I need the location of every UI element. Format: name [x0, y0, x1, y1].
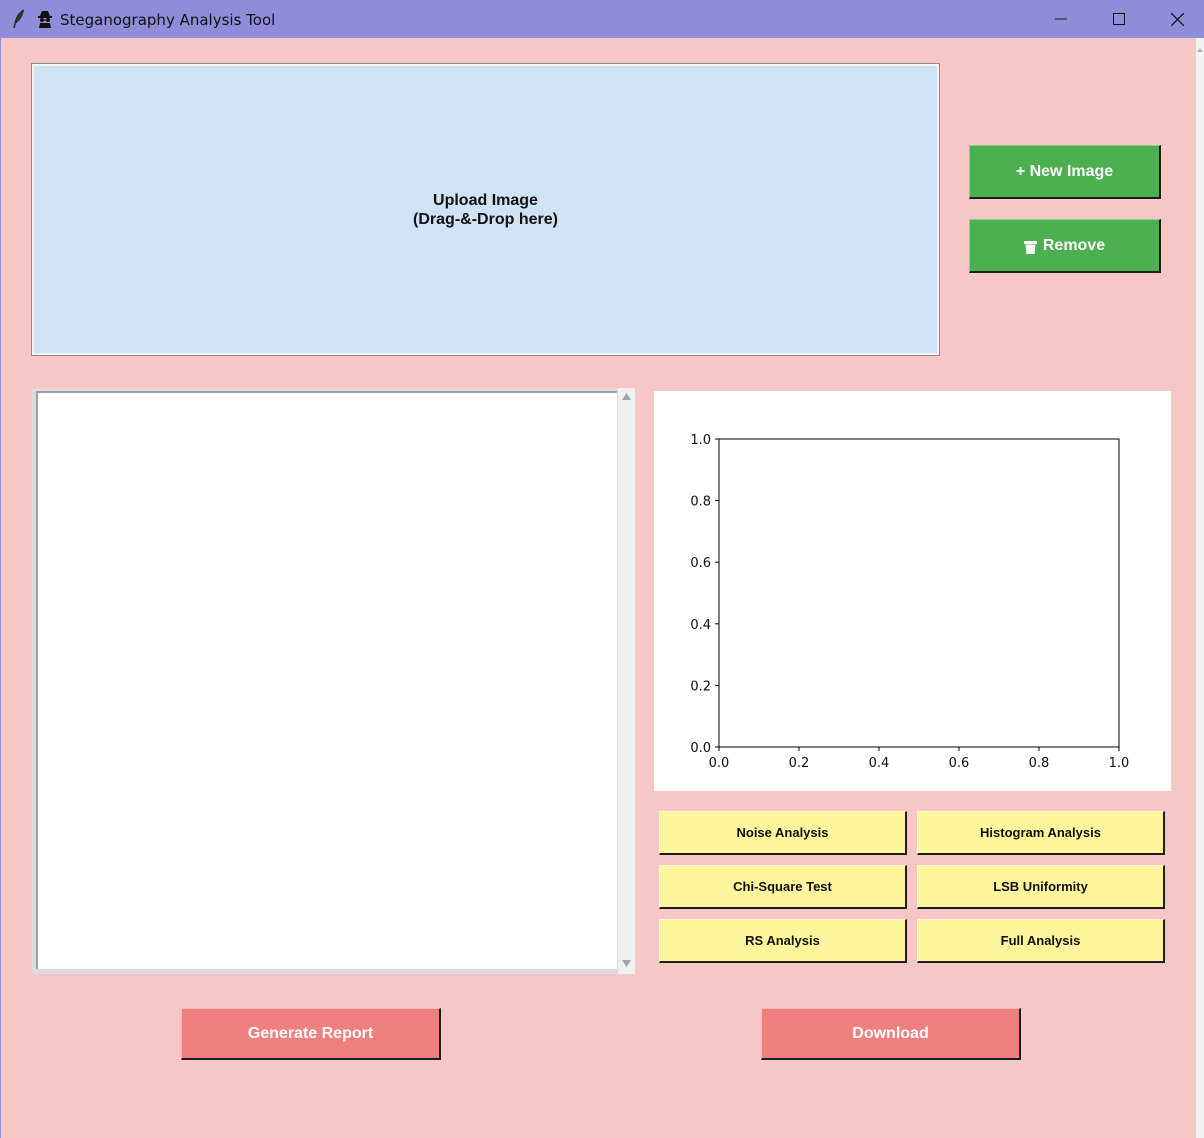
plot-area	[718, 438, 1120, 748]
full-analysis-label: Full Analysis	[1000, 933, 1081, 948]
y-tick-label: 1.0	[690, 433, 711, 448]
results-textarea[interactable]	[36, 391, 617, 969]
x-tick-label: 0.6	[949, 756, 970, 771]
results-scrollbar[interactable]	[618, 388, 635, 974]
close-icon	[1170, 12, 1184, 26]
rs-analysis-label: RS Analysis	[745, 933, 820, 948]
rs-analysis-button[interactable]: RS Analysis	[659, 919, 907, 963]
chi-square-test-label: Chi-Square Test	[733, 879, 832, 894]
chi-square-test-button[interactable]: Chi-Square Test	[659, 865, 907, 909]
new-image-label: + New Image	[1015, 162, 1114, 180]
full-analysis-button[interactable]: Full Analysis	[917, 919, 1165, 963]
maximize-button[interactable]	[1090, 0, 1148, 38]
generate-report-button[interactable]: Generate Report	[181, 1008, 441, 1060]
title-bar: Steganography Analysis Tool	[0, 0, 1204, 38]
x-tick-label: 1.0	[1109, 756, 1130, 771]
download-label: Download	[852, 1024, 929, 1042]
scroll-up-icon	[1197, 48, 1203, 52]
feather-icon	[13, 9, 25, 29]
results-panel	[32, 388, 635, 974]
minimize-icon	[1055, 18, 1067, 20]
maximize-icon	[1113, 13, 1125, 25]
plot-panel: 0.0 0.2 0.4 0.6 0.8 1.0 0.0 0.2 0.4 0.6 0.8 1.0	[654, 391, 1171, 791]
spy-icon	[38, 11, 52, 28]
histogram-analysis-button[interactable]: Histogram Analysis	[917, 811, 1165, 855]
new-image-button[interactable]: + New Image	[969, 145, 1161, 199]
scroll-up-icon[interactable]	[622, 393, 631, 400]
minimize-button[interactable]	[1032, 0, 1090, 38]
y-tick-label: 0.4	[690, 618, 711, 633]
noise-analysis-button[interactable]: Noise Analysis	[659, 811, 907, 855]
window-border	[0, 38, 1, 1138]
window-title: Steganography Analysis Tool	[60, 11, 276, 29]
y-tick-label: 0.8	[690, 495, 711, 510]
histogram-analysis-label: Histogram Analysis	[980, 825, 1101, 840]
lsb-uniformity-button[interactable]: LSB Uniformity	[917, 865, 1165, 909]
drop-zone-hint: (Drag-&-Drop here)	[413, 210, 558, 228]
remove-button[interactable]: Remove	[969, 219, 1161, 273]
x-tick-label: 0.4	[869, 756, 890, 771]
trash-icon	[1023, 241, 1037, 254]
window-scrollbar[interactable]	[1196, 38, 1204, 1138]
download-button[interactable]: Download	[761, 1008, 1021, 1060]
close-button[interactable]	[1148, 0, 1204, 38]
y-tick-label: 0.6	[690, 556, 711, 571]
x-tick-label: 0.0	[709, 756, 730, 771]
y-tick-label: 0.2	[690, 679, 711, 694]
generate-report-label: Generate Report	[247, 1024, 374, 1042]
x-tick-label: 0.2	[789, 756, 810, 771]
analysis-chart: 0.0 0.2 0.4 0.6 0.8 1.0 0.0 0.2 0.4 0.6 0.8 1.0	[690, 433, 1130, 771]
drop-zone-title: Upload Image	[433, 191, 538, 209]
x-tick-label: 0.8	[1029, 756, 1050, 771]
remove-label: Remove	[1042, 236, 1106, 254]
y-tick-label: 0.0	[690, 741, 711, 756]
scroll-down-icon[interactable]	[622, 960, 631, 967]
lsb-uniformity-label: LSB Uniformity	[993, 879, 1088, 894]
noise-analysis-label: Noise Analysis	[736, 825, 829, 840]
image-drop-zone[interactable]: Upload Image (Drag-&-Drop here)	[31, 63, 940, 356]
